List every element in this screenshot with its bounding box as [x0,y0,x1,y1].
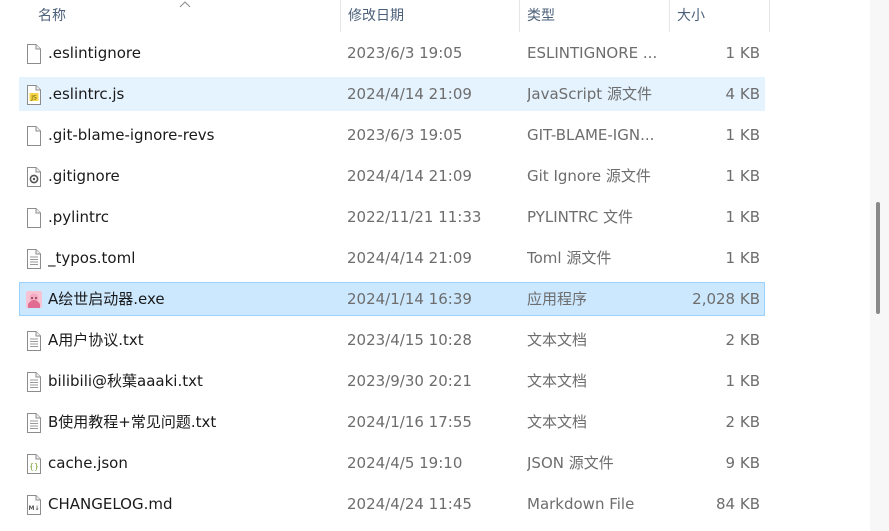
file-type: 文本文档 [527,331,588,349]
file-modified-date: 2023/6/3 19:05 [347,126,463,144]
file-name: A用户协议.txt [48,331,144,349]
file-size: 1 KB [725,249,760,267]
config-file-icon [27,167,41,187]
file-name: .eslintrc.js [48,85,125,103]
file-row[interactable]: bilibili@秋葉aaaki.txt 2023/9/30 20:21 文本文档 1… [19,364,765,398]
file-explorer-list-view: 名称 修改日期 类型 大小 .eslintignore 2023/6/3 19:0… [0,0,889,531]
text-file-icon [27,249,41,269]
file-size: 4 KB [725,85,760,103]
file-type: Toml 源文件 [527,249,612,267]
file-name: cache.json [48,454,128,472]
file-size: 1 KB [725,167,760,185]
file-type: ESLINTIGNORE ... [527,44,658,62]
svg-text:M↓: M↓ [29,505,40,512]
file-modified-date: 2023/4/15 10:28 [347,331,472,349]
file-type: Git Ignore 源文件 [527,167,651,185]
column-header-date[interactable]: 修改日期 [340,0,520,32]
file-type: GIT-BLAME-IGN... [527,126,655,144]
column-header-bar: 名称 修改日期 类型 大小 [0,0,770,32]
file-name: .eslintignore [48,44,141,62]
file-size: 1 KB [725,208,760,226]
file-modified-date: 2024/4/5 19:10 [347,454,463,472]
json-file-icon: {} [27,454,41,474]
blank-file-icon [27,208,41,228]
file-name: bilibili@秋葉aaaki.txt [48,372,203,390]
file-modified-date: 2022/11/21 11:33 [347,208,482,226]
file-row[interactable]: A绘世启动器.exe 2024/1/14 16:39 应用程序 2,028 KB [19,282,765,316]
file-size: 9 KB [725,454,760,472]
file-row[interactable]: B使用教程+常见问题.txt 2024/1/16 17:55 文本文档 2 KB [19,405,765,439]
file-type: 应用程序 [527,290,588,308]
file-name: .pylintrc [48,208,109,226]
file-type: 文本文档 [527,413,588,431]
file-modified-date: 2023/6/3 19:05 [347,44,463,62]
text-file-icon [27,331,41,351]
file-modified-date: 2024/1/16 17:55 [347,413,472,431]
svg-text:JS: JS [30,95,37,102]
file-name: CHANGELOG.md [48,495,173,513]
file-name: _typos.toml [48,249,136,267]
text-file-icon [27,372,41,392]
file-modified-date: 2024/4/14 21:09 [347,249,472,267]
file-row[interactable]: A用户协议.txt 2023/4/15 10:28 文本文档 2 KB [19,323,765,357]
file-row[interactable]: .git-blame-ignore-revs 2023/6/3 19:05 GIT-… [19,118,765,152]
file-type: JavaScript 源文件 [527,85,652,103]
svg-text:{}: {} [29,462,39,471]
column-header-size[interactable]: 大小 [669,0,769,32]
file-row[interactable]: M↓ CHANGELOG.md 2024/4/24 11:45 Markdown Fi… [19,487,765,521]
file-size: 2 KB [725,331,760,349]
column-separator[interactable] [769,0,770,32]
scrollbar-thumb[interactable] [876,202,880,314]
file-size: 84 KB [716,495,760,513]
file-size: 2 KB [725,413,760,431]
file-type: 文本文档 [527,372,588,390]
file-type: PYLINTRC 文件 [527,208,633,226]
file-name: A绘世启动器.exe [48,290,165,308]
app-avatar-icon [26,291,42,308]
file-row[interactable]: _typos.toml 2024/4/14 21:09 Toml 源文件 1 KB [19,241,765,275]
file-modified-date: 2023/9/30 20:21 [347,372,472,390]
js-file-icon: JS [27,85,41,105]
file-size: 1 KB [725,44,760,62]
file-row[interactable]: JS .eslintrc.js 2024/4/14 21:09 JavaScript … [19,77,765,111]
column-header-type[interactable]: 类型 [519,0,669,32]
file-type: JSON 源文件 [527,454,614,472]
file-name: B使用教程+常见问题.txt [48,413,217,431]
file-modified-date: 2024/4/14 21:09 [347,167,472,185]
file-size: 1 KB [725,372,760,390]
file-row[interactable]: .pylintrc 2022/11/21 11:33 PYLINTRC 文件 1 KB [19,200,765,234]
file-row[interactable]: {} cache.json 2024/4/5 19:10 JSON 源文件 9 KB [19,446,765,480]
file-modified-date: 2024/4/24 11:45 [347,495,472,513]
file-modified-date: 2024/1/14 16:39 [347,290,472,308]
blank-file-icon [27,44,41,64]
file-size: 2,028 KB [692,290,760,308]
file-name: .git-blame-ignore-revs [48,126,215,144]
file-row[interactable]: .gitignore 2024/4/14 21:09 Git Ignore 源文件 1… [19,159,765,193]
file-row[interactable]: .eslintignore 2023/6/3 19:05 ESLINTIGNORE … [19,36,765,70]
markdown-file-icon: M↓ [27,495,41,515]
file-modified-date: 2024/4/14 21:09 [347,85,472,103]
file-size: 1 KB [725,126,760,144]
sort-up-chevron-icon [179,1,191,8]
blank-file-icon [27,126,41,146]
file-name: .gitignore [48,167,120,185]
text-file-icon [27,413,41,433]
file-type: Markdown File [527,495,635,513]
